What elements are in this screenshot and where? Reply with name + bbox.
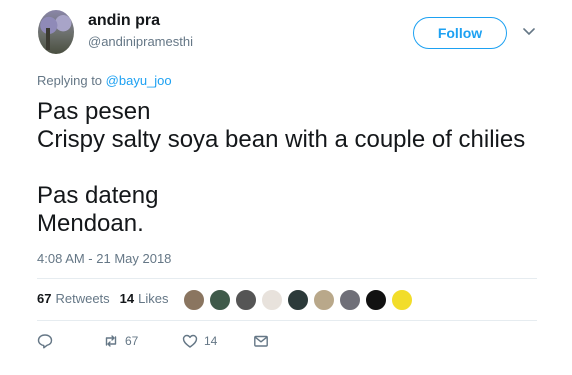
- reply-mention-link[interactable]: @bayu_joo: [106, 73, 172, 88]
- liker-avatars: [183, 289, 417, 311]
- liker-avatar[interactable]: [313, 289, 335, 311]
- liker-avatar[interactable]: [365, 289, 387, 311]
- replying-to-prefix: Replying to: [37, 73, 103, 88]
- tweet-text: Pas pesen Crispy salty soya bean with a …: [37, 98, 525, 238]
- tweet-line: Pas pesen: [37, 98, 151, 125]
- retweet-button[interactable]: 67: [103, 333, 138, 349]
- tweet-line: Pas dateng: [37, 182, 159, 209]
- likes-label: Likes: [138, 291, 169, 306]
- liker-avatar[interactable]: [339, 289, 361, 311]
- liker-avatar[interactable]: [261, 289, 283, 311]
- liker-avatar[interactable]: [391, 289, 413, 311]
- envelope-icon: [254, 335, 268, 347]
- tweet-stats: 67 Retweets 14 Likes: [37, 291, 179, 306]
- divider-top: [37, 278, 537, 279]
- liker-avatar[interactable]: [209, 289, 231, 311]
- user-avatar[interactable]: [38, 10, 74, 54]
- chevron-down-icon[interactable]: [523, 27, 535, 37]
- tweet-line: [37, 154, 525, 182]
- replying-to: Replying to @bayu_joo: [37, 73, 172, 88]
- tweet-line: Mendoan.: [37, 210, 144, 237]
- liker-avatar[interactable]: [183, 289, 205, 311]
- retweets-stat[interactable]: 67 Retweets: [37, 291, 110, 306]
- tweet-line: Crispy salty soya bean with a couple of …: [37, 126, 526, 153]
- retweets-label: Retweets: [55, 291, 110, 306]
- tweet-timestamp[interactable]: 4:08 AM - 21 May 2018: [37, 251, 171, 266]
- user-name[interactable]: andin pra: [88, 12, 160, 30]
- direct-message-button[interactable]: [253, 333, 269, 349]
- like-button[interactable]: 14: [182, 333, 217, 349]
- follow-button[interactable]: Follow: [413, 17, 507, 49]
- divider-bottom: [37, 320, 537, 321]
- liker-avatar[interactable]: [287, 289, 309, 311]
- reply-button[interactable]: [37, 333, 59, 349]
- retweets-count: 67: [37, 291, 52, 306]
- reply-icon: [37, 334, 53, 349]
- likes-count: 14: [119, 291, 135, 306]
- retweet-icon: [105, 335, 117, 347]
- user-handle[interactable]: @andinipramesthi: [88, 34, 193, 49]
- like-count: 14: [204, 334, 218, 348]
- likes-stat[interactable]: 14 Likes: [120, 291, 169, 306]
- retweet-count: 67: [125, 334, 139, 348]
- heart-icon: [182, 334, 198, 348]
- liker-avatar[interactable]: [235, 289, 257, 311]
